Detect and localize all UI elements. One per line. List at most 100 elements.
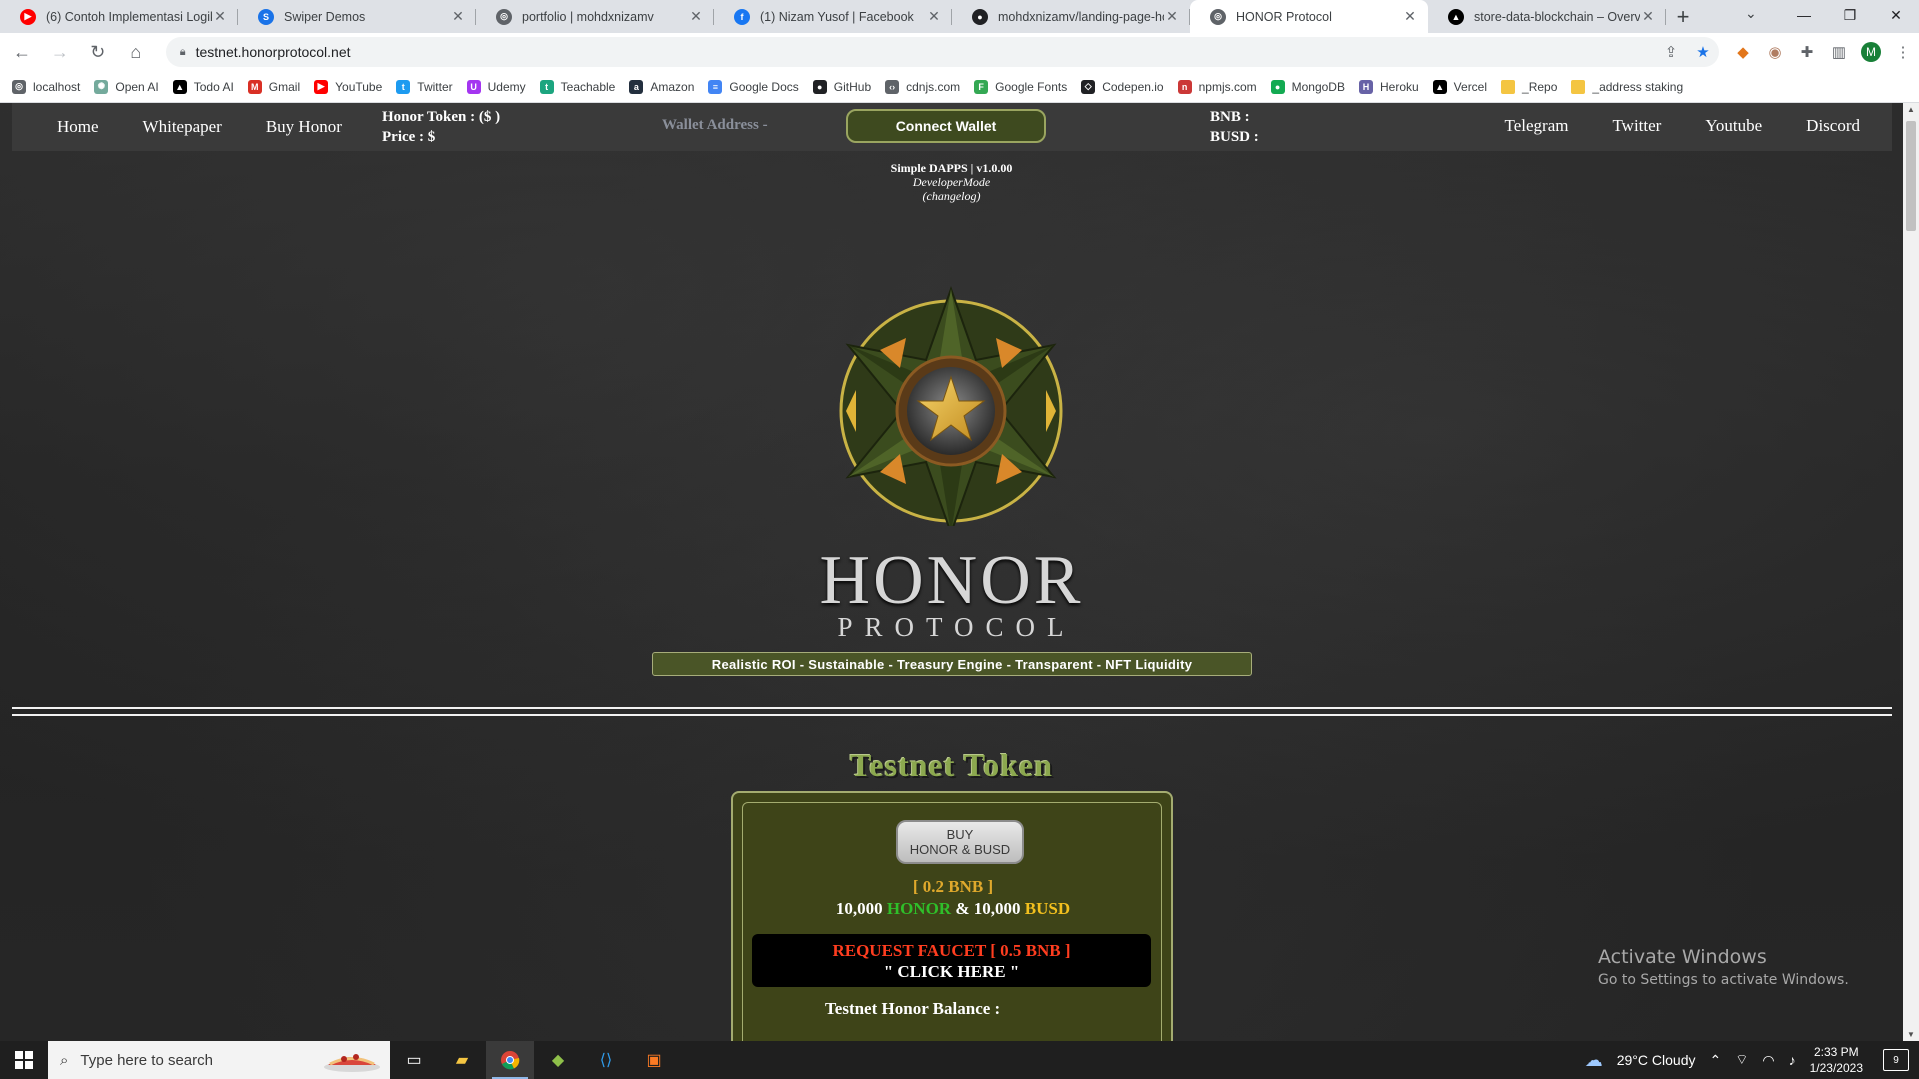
nav-home[interactable]: Home <box>57 117 99 137</box>
buy-button-line2: HONOR & BUSD <box>909 842 1011 857</box>
share-icon[interactable]: ⇪ <box>1655 43 1687 61</box>
gmail-icon: M <box>247 79 262 94</box>
browser-tab[interactable]: ▲ store-data-blockchain – Overvie ✕ <box>1428 0 1666 33</box>
new-tab-button[interactable]: + <box>1666 0 1700 33</box>
bookmark-item[interactable]: ✺ Open AI <box>94 79 159 94</box>
bookmark-item[interactable]: ● MongoDB <box>1270 79 1345 94</box>
browser-tab[interactable]: ● mohdxnizamv/landing-page-ho ✕ <box>952 0 1190 33</box>
xampp-icon[interactable]: ▣ <box>630 1041 678 1079</box>
bookmark-item[interactable]: ● GitHub <box>812 79 871 94</box>
bookmark-item[interactable]: ▲ Vercel <box>1432 79 1487 94</box>
close-tab-icon[interactable]: ✕ <box>450 8 466 25</box>
page-scrollbar[interactable]: ▲ ▼ <box>1903 103 1919 1041</box>
bookmark-item[interactable]: t Teachable <box>539 79 615 94</box>
browser-tab[interactable]: ◎ HONOR Protocol ✕ <box>1190 0 1428 33</box>
lock-icon[interactable]: 🔒︎ <box>180 46 186 59</box>
youtube-icon: ▶ <box>314 79 329 94</box>
scrollbar-thumb[interactable] <box>1906 121 1916 231</box>
close-window-icon[interactable]: ✕ <box>1873 0 1919 30</box>
notification-icon[interactable]: 9 <box>1883 1049 1909 1071</box>
metamask-icon[interactable]: ◆ <box>1727 43 1759 61</box>
bookmark-star-icon[interactable]: ★ <box>1687 43 1719 61</box>
taskbar-search[interactable]: ⌕ Type here to search <box>48 1041 390 1079</box>
clock[interactable]: 2:33 PM 1/23/2023 <box>1810 1044 1863 1076</box>
browser-tab[interactable]: f (1) Nizam Yusof | Facebook ✕ <box>714 0 952 33</box>
bookmark-item[interactable]: M Gmail <box>247 79 300 94</box>
close-tab-icon[interactable]: ✕ <box>926 8 942 25</box>
bookmark-item[interactable]: ▲ Todo AI <box>172 79 234 94</box>
chevron-up-icon[interactable]: ⌃ <box>1709 1052 1721 1069</box>
close-tab-icon[interactable]: ✕ <box>1402 8 1418 25</box>
nav-discord[interactable]: Discord <box>1806 116 1860 136</box>
scroll-down-icon[interactable]: ▼ <box>1903 1030 1919 1039</box>
wallet-address-label: Wallet Address - <box>662 117 768 133</box>
buy-honor-busd-button[interactable]: BUY HONOR & BUSD <box>896 820 1024 864</box>
task-view-icon[interactable]: ▭ <box>390 1041 438 1079</box>
nav-twitter[interactable]: Twitter <box>1612 116 1661 136</box>
back-icon[interactable]: ← <box>6 36 38 68</box>
bookmark-item[interactable]: F Google Fonts <box>974 79 1067 94</box>
balance-info: BNB : BUSD : <box>1210 107 1259 147</box>
nav-telegram[interactable]: Telegram <box>1505 116 1569 136</box>
address-url[interactable]: testnet.honorprotocol.net <box>196 44 1655 60</box>
close-tab-icon[interactable]: ✕ <box>1164 8 1180 25</box>
bookmark-item[interactable]: ‹› cdnjs.com <box>885 79 960 94</box>
testnet-token-card: BUY HONOR & BUSD [ 0.2 BNB ] 10,000 HONO… <box>731 791 1173 1041</box>
start-button[interactable] <box>0 1041 48 1079</box>
bookmark-item[interactable]: ≡ Google Docs <box>708 79 799 94</box>
bookmark-item[interactable]: _address staking <box>1571 79 1683 94</box>
connect-wallet-button[interactable]: Connect Wallet <box>846 109 1046 143</box>
side-panel-icon[interactable]: ▥ <box>1823 43 1855 61</box>
vscode-icon[interactable]: ⟨⟩ <box>582 1041 630 1079</box>
profile-avatar[interactable]: M <box>1860 42 1881 62</box>
bookmark-item[interactable]: a Amazon <box>629 79 694 94</box>
extension-icon[interactable]: ◉ <box>1759 43 1791 61</box>
tab-title: HONOR Protocol <box>1236 9 1332 24</box>
weather-label[interactable]: 29°C Cloudy <box>1617 1052 1696 1068</box>
bookmark-item[interactable]: ◎ localhost <box>12 79 81 94</box>
request-faucet-button[interactable]: REQUEST FAUCET [ 0.5 BNB ] " CLICK HERE … <box>752 934 1151 987</box>
nav-buy-honor[interactable]: Buy Honor <box>266 117 342 137</box>
tab-title: store-data-blockchain – Overvie <box>1474 9 1640 24</box>
puzzle-icon[interactable]: ✚ <box>1791 43 1823 61</box>
activate-subtitle: Go to Settings to activate Windows. <box>1598 972 1849 988</box>
address-bar[interactable]: 🔒︎ testnet.honorprotocol.net ⇪ ★ <box>165 37 1719 67</box>
bookmark-label: localhost <box>33 79 81 94</box>
nav-whitepaper[interactable]: Whitepaper <box>143 117 222 137</box>
bookmark-item[interactable]: H Heroku <box>1358 79 1419 94</box>
bookmark-item[interactable]: ▶ YouTube <box>314 79 382 94</box>
menu-icon[interactable]: ⋮ <box>1887 43 1919 61</box>
file-explorer-icon[interactable]: ▰ <box>438 1041 486 1079</box>
git-icon[interactable]: ◆ <box>534 1041 582 1079</box>
vercel-icon: ▲ <box>1448 8 1464 25</box>
restore-icon[interactable]: ❐ <box>1827 0 1873 30</box>
reload-icon[interactable]: ↻ <box>82 36 114 68</box>
close-tab-icon[interactable]: ✕ <box>212 8 228 25</box>
minimize-icon[interactable]: — <box>1781 0 1827 30</box>
bookmark-item[interactable]: n npmjs.com <box>1177 79 1257 94</box>
udemy-icon: U <box>466 79 481 94</box>
volume-icon[interactable]: ♪ <box>1789 1052 1796 1068</box>
changelog-link[interactable]: (changelog) <box>0 189 1903 203</box>
home-icon[interactable]: ⌂ <box>120 36 152 68</box>
scroll-up-icon[interactable]: ▲ <box>1903 105 1919 114</box>
cloud-icon[interactable]: ☁ <box>1585 1050 1603 1071</box>
google-fonts-icon: F <box>974 79 989 94</box>
chrome-icon[interactable] <box>486 1041 534 1079</box>
browser-tab[interactable]: ◎ portfolio | mohdxnizamv ✕ <box>476 0 714 33</box>
bookmark-item[interactable]: U Udemy <box>466 79 526 94</box>
nav-youtube[interactable]: Youtube <box>1705 116 1762 136</box>
network-icon[interactable]: ⌔ <box>1735 1051 1748 1069</box>
tab-search-icon[interactable]: ⌄ <box>1745 5 1757 22</box>
browser-tab[interactable]: S Swiper Demos ✕ <box>238 0 476 33</box>
windows-logo-icon <box>15 1051 33 1069</box>
close-tab-icon[interactable]: ✕ <box>688 8 704 25</box>
close-tab-icon[interactable]: ✕ <box>1640 8 1656 25</box>
forward-icon[interactable]: → <box>44 36 76 68</box>
bookmark-item[interactable]: t Twitter <box>396 79 453 94</box>
bookmark-item[interactable]: ◇ Codepen.io <box>1081 79 1164 94</box>
wifi-icon[interactable]: ◠ <box>1762 1052 1774 1069</box>
globe-icon: ◎ <box>496 8 512 25</box>
bookmark-item[interactable]: _Repo <box>1501 79 1557 94</box>
browser-tab[interactable]: ▶ (6) Contoh Implementasi Logika ✕ <box>0 0 238 33</box>
